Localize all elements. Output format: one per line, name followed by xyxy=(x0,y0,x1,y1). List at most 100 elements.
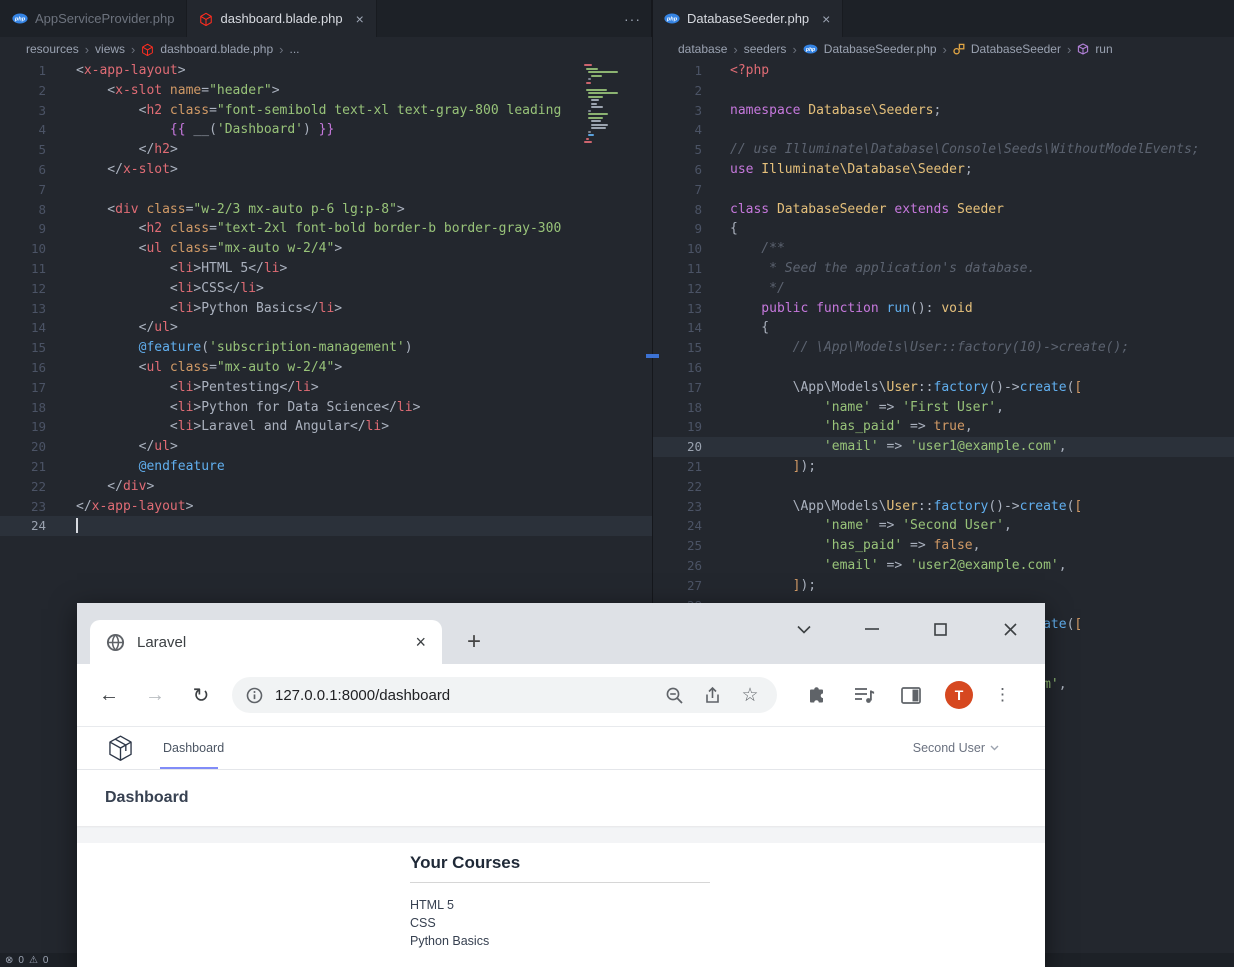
sash-indicator[interactable] xyxy=(646,354,659,358)
editor-actions-overflow-icon[interactable]: ··· xyxy=(624,0,641,37)
breadcrumb-item[interactable]: views xyxy=(95,42,125,56)
breadcrumb-item[interactable]: dashboard.blade.php xyxy=(160,42,273,56)
code-line[interactable]: 4 {{ __('Dashboard') }} xyxy=(0,120,652,140)
browser-tab-laravel[interactable]: Laravel × xyxy=(90,620,442,664)
code-line[interactable]: 26 'email' => 'user2@example.com', xyxy=(653,556,1234,576)
media-playlist-icon[interactable] xyxy=(851,682,877,708)
tab-dashboard-blade[interactable]: dashboard.blade.php × xyxy=(187,0,376,37)
bookmark-star-icon[interactable]: ☆ xyxy=(737,682,763,708)
code-line[interactable]: 5 </h2> xyxy=(0,140,652,160)
code-line[interactable]: 16 xyxy=(653,358,1234,378)
code-line[interactable]: 5// use Illuminate\Database\Console\Seed… xyxy=(653,140,1234,160)
code-line[interactable]: 24 xyxy=(0,516,652,536)
code-line[interactable]: 14 </ul> xyxy=(0,318,652,338)
code-line[interactable]: 9{ xyxy=(653,219,1234,239)
code-line[interactable]: 19 <li>Laravel and Angular</li> xyxy=(0,417,652,437)
code-line[interactable]: 11 <li>HTML 5</li> xyxy=(0,259,652,279)
code-line[interactable]: 17 <li>Pentesting</li> xyxy=(0,378,652,398)
code-line[interactable]: 7 xyxy=(653,180,1234,200)
browser-menu-icon[interactable]: ⋮ xyxy=(994,685,1011,705)
code-line[interactable]: 15 @feature('subscription-management') xyxy=(0,338,652,358)
forward-button[interactable]: → xyxy=(140,680,170,710)
code-line[interactable]: 1<?php xyxy=(653,61,1234,81)
line-number: 6 xyxy=(0,160,46,180)
code-text: /** xyxy=(730,239,785,259)
warnings-icon[interactable]: ⚠ xyxy=(29,955,38,966)
profile-avatar[interactable]: T xyxy=(945,681,973,709)
side-panel-icon[interactable] xyxy=(898,682,924,708)
nav-link-dashboard[interactable]: Dashboard xyxy=(163,727,224,769)
code-line[interactable]: 25 'has_paid' => false, xyxy=(653,536,1234,556)
code-line[interactable]: 7 xyxy=(0,180,652,200)
code-line[interactable]: 2 xyxy=(653,81,1234,101)
breadcrumb-item[interactable]: database xyxy=(678,42,727,56)
breadcrumb-item[interactable]: DatabaseSeeder xyxy=(971,42,1061,56)
site-info-icon[interactable] xyxy=(246,687,263,704)
code-line[interactable]: 22 xyxy=(653,477,1234,497)
breadcrumb-item[interactable]: seeders xyxy=(744,42,787,56)
code-line[interactable]: 18 'name' => 'First User', xyxy=(653,398,1234,418)
tab-close-icon[interactable]: × xyxy=(822,11,830,27)
breadcrumb-item[interactable]: resources xyxy=(26,42,79,56)
code-line[interactable]: 23 \App\Models\User::factory()->create([ xyxy=(653,497,1234,517)
code-line[interactable]: 15 // \App\Models\User::factory(10)->cre… xyxy=(653,338,1234,358)
code-line[interactable]: 14 { xyxy=(653,318,1234,338)
minimize-button[interactable] xyxy=(859,616,885,642)
new-tab-button[interactable]: + xyxy=(467,629,481,655)
code-line[interactable]: 10 /** xyxy=(653,239,1234,259)
code-line[interactable]: 8 <div class="w-2/3 mx-auto p-6 lg:p-8"> xyxy=(0,200,652,220)
extensions-puzzle-icon[interactable] xyxy=(804,682,830,708)
code-line[interactable]: 10 <ul class="mx-auto w-2/4"> xyxy=(0,239,652,259)
code-line[interactable]: 22 </div> xyxy=(0,477,652,497)
breadcrumb-item[interactable]: run xyxy=(1095,42,1112,56)
code-line[interactable]: 27 ]); xyxy=(653,576,1234,596)
code-line[interactable]: 20 </ul> xyxy=(0,437,652,457)
warnings-count[interactable]: 0 xyxy=(43,955,49,966)
code-line[interactable]: 4 xyxy=(653,120,1234,140)
code-text: <?php xyxy=(730,61,769,81)
code-line[interactable]: 8class DatabaseSeeder extends Seeder xyxy=(653,200,1234,220)
line-number: 9 xyxy=(0,219,46,239)
code-line[interactable]: 1<x-app-layout> xyxy=(0,61,652,81)
code-line[interactable]: 18 <li>Python for Data Science</li> xyxy=(0,398,652,418)
tab-close-icon[interactable]: × xyxy=(415,632,426,653)
tab-close-icon[interactable]: × xyxy=(356,11,364,27)
code-line[interactable]: 17 \App\Models\User::factory()->create([ xyxy=(653,378,1234,398)
code-line[interactable]: 20 'email' => 'user1@example.com', xyxy=(653,437,1234,457)
code-line[interactable]: 21 @endfeature xyxy=(0,457,652,477)
code-line[interactable]: 6 </x-slot> xyxy=(0,160,652,180)
breadcrumb-item[interactable]: DatabaseSeeder.php xyxy=(824,42,937,56)
maximize-button[interactable] xyxy=(927,616,953,642)
tab-appserviceprovider[interactable]: php AppServiceProvider.php xyxy=(0,0,187,37)
code-line[interactable]: 3namespace Database\Seeders; xyxy=(653,101,1234,121)
user-menu-dropdown[interactable]: Second User xyxy=(913,727,999,769)
errors-count[interactable]: 0 xyxy=(18,955,24,966)
back-button[interactable]: ← xyxy=(94,680,124,710)
tab-databaseseeder[interactable]: php DatabaseSeeder.php × xyxy=(652,0,843,37)
minimap[interactable] xyxy=(584,64,648,148)
address-bar[interactable]: 127.0.0.1:8000/dashboard ☆ xyxy=(232,677,777,713)
code-line[interactable]: 13 public function run(): void xyxy=(653,299,1234,319)
code-line[interactable]: 12 */ xyxy=(653,279,1234,299)
code-line[interactable]: 21 ]); xyxy=(653,457,1234,477)
share-icon[interactable] xyxy=(699,682,725,708)
code-line[interactable]: 24 'name' => 'Second User', xyxy=(653,516,1234,536)
code-line[interactable]: 3 <h2 class="font-semibold text-xl text-… xyxy=(0,101,652,121)
code-line[interactable]: 23</x-app-layout> xyxy=(0,497,652,517)
code-line[interactable]: 13 <li>Python Basics</li> xyxy=(0,299,652,319)
code-line[interactable]: 9 <h2 class="text-2xl font-bold border-b… xyxy=(0,219,652,239)
code-line[interactable]: 19 'has_paid' => true, xyxy=(653,417,1234,437)
reload-button[interactable]: ↻ xyxy=(186,680,216,710)
code-line[interactable]: 16 <ul class="mx-auto w-2/4"> xyxy=(0,358,652,378)
errors-icon[interactable]: ⊗ xyxy=(5,955,13,966)
close-window-button[interactable] xyxy=(997,616,1023,642)
breadcrumb-item[interactable]: ... xyxy=(290,42,300,56)
laravel-logo[interactable] xyxy=(107,734,134,762)
code-line[interactable]: 2 <x-slot name="header"> xyxy=(0,81,652,101)
zoom-out-icon[interactable] xyxy=(661,682,687,708)
code-line[interactable]: 12 <li>CSS</li> xyxy=(0,279,652,299)
tab-search-chevron-icon[interactable] xyxy=(791,616,817,642)
code-line[interactable]: 6use Illuminate\Database\Seeder; xyxy=(653,160,1234,180)
code-line[interactable]: 11 * Seed the application's database. xyxy=(653,259,1234,279)
url-text[interactable]: 127.0.0.1:8000/dashboard xyxy=(275,687,649,704)
